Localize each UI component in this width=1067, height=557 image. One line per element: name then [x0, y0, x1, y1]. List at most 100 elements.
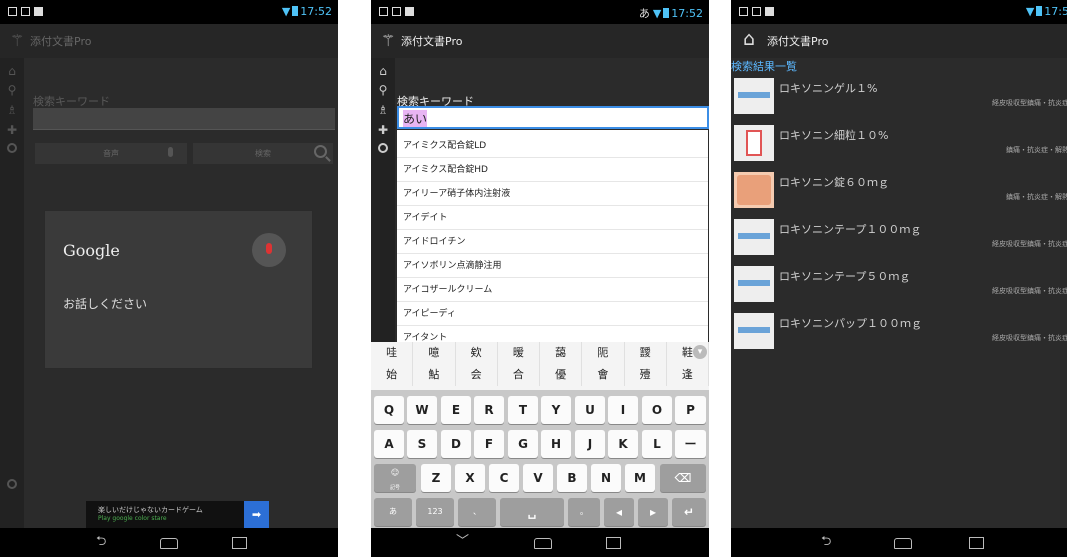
result-item[interactable]: ロキソニン錠６０ｍｇ 鎮痛・抗炎症・解熱	[731, 166, 1067, 213]
history-icon[interactable]	[5, 142, 19, 156]
candidate[interactable]: 靉	[625, 342, 667, 364]
period-key[interactable]: 。	[568, 498, 600, 526]
candidate[interactable]: 會	[582, 364, 625, 386]
ad-banner[interactable]: 楽しいだけじゃないカードゲーム Play google color stare …	[86, 501, 269, 528]
result-item[interactable]: ロキソニンパップ１００ｍｇ 経皮吸収型鎮痛・抗炎症	[731, 307, 1067, 354]
home-icon[interactable]: ⌂	[376, 64, 390, 78]
key[interactable]: N	[591, 464, 621, 492]
back-icon[interactable]: ⮌	[821, 535, 831, 549]
key[interactable]: W	[407, 396, 437, 424]
caduceus-icon[interactable]: ⚚	[381, 31, 395, 50]
key[interactable]: M	[625, 464, 655, 492]
result-item[interactable]: ロキソニンテープ５０ｍｇ 経皮吸収型鎮痛・抗炎症	[731, 260, 1067, 307]
candidate[interactable]: 始	[371, 364, 414, 386]
key[interactable]: L	[642, 430, 672, 458]
candidate[interactable]: 暧	[498, 342, 540, 364]
enter-key[interactable]: ↵	[672, 498, 706, 526]
candidate[interactable]: 鮎	[413, 364, 456, 386]
home-icon[interactable]: ⌂	[5, 64, 19, 78]
add-icon[interactable]: ✚	[5, 123, 19, 137]
key[interactable]: J	[575, 430, 605, 458]
mic-button[interactable]	[252, 233, 286, 267]
recents-icon[interactable]	[606, 537, 621, 549]
key[interactable]: H	[541, 430, 571, 458]
key[interactable]: Z	[421, 464, 451, 492]
key[interactable]: G	[508, 430, 538, 458]
key[interactable]: F	[474, 430, 504, 458]
recents-icon[interactable]	[232, 537, 247, 549]
suggestion-item[interactable]: アイミクス配合錠HD	[397, 158, 708, 182]
search-input[interactable]	[33, 108, 335, 130]
comma-key[interactable]: 、	[458, 498, 496, 526]
arrow-right-icon[interactable]: ➡	[244, 501, 269, 528]
key[interactable]: A	[374, 430, 404, 458]
key[interactable]: U	[575, 396, 605, 424]
result-item[interactable]: ロキソニンゲル１% 経皮吸収型鎮痛・抗炎症	[731, 72, 1067, 119]
key[interactable]: B	[557, 464, 587, 492]
suggestion-item[interactable]: アイソボリン点滴静注用	[397, 254, 708, 278]
suggestion-item[interactable]: アイドロイチン	[397, 230, 708, 254]
caduceus-icon[interactable]: ⚚	[10, 31, 24, 50]
candidate[interactable]: 藹	[540, 342, 583, 364]
cursor-left-key[interactable]: ◂	[604, 498, 634, 526]
key[interactable]: C	[489, 464, 519, 492]
suggestion-item[interactable]: アイコザールクリーム	[397, 278, 708, 302]
person-icon[interactable]: ♗	[376, 103, 390, 117]
home-nav-icon[interactable]	[160, 538, 178, 549]
back-icon[interactable]: ⮌	[96, 535, 106, 549]
key[interactable]: E	[441, 396, 471, 424]
history-icon[interactable]	[376, 142, 390, 156]
candidate[interactable]: 殪	[625, 364, 667, 386]
kana-key[interactable]: あ	[374, 498, 412, 526]
candidate[interactable]: 噫	[413, 342, 456, 364]
candidate[interactable]: 優	[540, 364, 583, 386]
result-item[interactable]: ロキソニンテープ１００ｍｇ 経皮吸収型鎮痛・抗炎症	[731, 213, 1067, 260]
key[interactable]: X	[455, 464, 485, 492]
key[interactable]: O	[642, 396, 672, 424]
chevron-down-icon[interactable]: ﹀	[456, 535, 469, 549]
key[interactable]: D	[441, 430, 471, 458]
home-up-icon[interactable]: ⌂	[743, 28, 755, 50]
key[interactable]: I	[608, 396, 638, 424]
suggestion-item[interactable]: アイタント	[397, 326, 708, 342]
key[interactable]: T	[508, 396, 538, 424]
search-icon[interactable]: ⚲	[5, 83, 19, 97]
recents-icon[interactable]	[969, 537, 984, 549]
suggestion-item[interactable]: アイピーディ	[397, 302, 708, 326]
suggestion-item[interactable]: アイミクス配合錠LD	[397, 134, 708, 158]
search-button[interactable]: 検索	[193, 143, 333, 164]
candidate[interactable]: 合	[498, 364, 540, 386]
key[interactable]: K	[608, 430, 638, 458]
backspace-key[interactable]: ⌫	[660, 464, 706, 492]
candidate[interactable]: 哇	[371, 342, 414, 364]
search-input[interactable]: あい	[397, 106, 709, 129]
settings-icon[interactable]	[5, 478, 19, 492]
person-icon[interactable]: ♗	[5, 103, 19, 117]
result-item[interactable]: ロキソニン細粒１０% 鎮痛・抗炎症・解熱	[731, 119, 1067, 166]
key[interactable]: R	[474, 396, 504, 424]
key[interactable]: P	[675, 396, 706, 424]
candidate[interactable]: 逢	[667, 364, 709, 386]
candidate[interactable]: 欸	[456, 342, 498, 364]
key[interactable]: Y	[541, 396, 571, 424]
suggestion-item[interactable]: アイデイト	[397, 206, 708, 230]
candidate[interactable]: 阨	[582, 342, 625, 364]
space-key[interactable]: ␣	[500, 498, 564, 526]
add-icon[interactable]: ✚	[376, 123, 390, 137]
google-logo: Google	[63, 241, 120, 260]
key[interactable]: S	[407, 430, 437, 458]
emoji-key[interactable]: ☺ 記号	[374, 464, 416, 492]
suggestion-dropdown[interactable]: アイミクス配合錠LD アイミクス配合錠HD アイリーア硝子体内注射液 アイデイト…	[397, 130, 708, 342]
key[interactable]: Q	[374, 396, 404, 424]
number-key[interactable]: 123	[416, 498, 454, 526]
candidate[interactable]: 会	[456, 364, 498, 386]
key[interactable]: V	[523, 464, 553, 492]
cursor-right-key[interactable]: ▸	[638, 498, 668, 526]
collapse-candidates-icon[interactable]: ▾	[693, 345, 707, 359]
home-nav-icon[interactable]	[894, 538, 912, 549]
suggestion-item[interactable]: アイリーア硝子体内注射液	[397, 182, 708, 206]
search-icon[interactable]: ⚲	[376, 83, 390, 97]
home-nav-icon[interactable]	[534, 538, 552, 549]
voice-button[interactable]: 音声	[35, 143, 187, 164]
key[interactable]: ー	[675, 430, 706, 458]
